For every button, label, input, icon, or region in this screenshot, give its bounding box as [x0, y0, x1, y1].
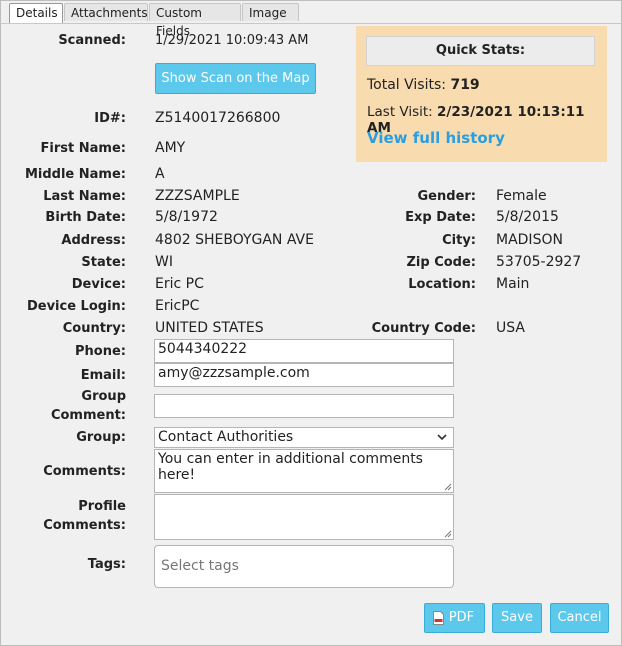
country-label: Country: — [62, 321, 126, 336]
group-comment-input[interactable] — [154, 394, 454, 418]
chevron-down-icon — [437, 434, 447, 441]
country-value: UNITED STATES — [155, 320, 264, 336]
pdf-button[interactable]: PDF — [424, 603, 485, 633]
comments-label: Comments: — [43, 464, 126, 479]
location-label: Location: — [408, 277, 476, 292]
city-label: City: — [442, 233, 476, 248]
location-value: Main — [496, 276, 530, 292]
tab-divider — [0, 23, 622, 24]
address-label: Address: — [61, 233, 126, 248]
country-code-value: USA — [496, 320, 525, 336]
tab-image[interactable]: Image — [242, 3, 299, 21]
pdf-file-icon — [433, 611, 444, 625]
total-visits-label: Total Visits: — [367, 77, 446, 93]
middle-name-value: A — [155, 166, 165, 182]
gender-label: Gender: — [417, 189, 476, 204]
comments-textarea[interactable]: You can enter in additional comments her… — [154, 449, 454, 493]
tab-attachments[interactable]: Attachments — [64, 3, 148, 21]
cancel-button[interactable]: Cancel — [550, 603, 609, 633]
phone-label: Phone: — [75, 344, 126, 359]
quick-stats-box: Quick Stats: Total Visits: 719 Last Visi… — [356, 26, 607, 162]
phone-input[interactable]: 5044340222 — [154, 339, 454, 363]
tags-input[interactable]: Select tags — [154, 545, 454, 588]
show-scan-map-button[interactable]: Show Scan on the Map — [155, 63, 316, 94]
group-comment-label-line1: Group — [81, 389, 126, 404]
device-login-value: EricPC — [155, 298, 200, 314]
id-label: ID#: — [94, 111, 126, 126]
save-button[interactable]: Save — [492, 603, 542, 633]
zip-code-value: 53705-2927 — [496, 254, 582, 270]
last-name-label: Last Name: — [43, 189, 126, 204]
scanned-label: Scanned: — [58, 33, 126, 48]
email-label: Email: — [80, 368, 126, 383]
scanned-value: 1/29/2021 10:09:43 AM — [155, 33, 309, 48]
first-name-value: AMY — [155, 140, 186, 156]
profile-comments-textarea[interactable] — [154, 494, 454, 540]
device-value: Eric PC — [155, 276, 204, 292]
comments-text: You can enter in additional comments her… — [158, 451, 423, 483]
gender-value: Female — [496, 188, 547, 204]
device-label: Device: — [71, 277, 126, 292]
first-name-label: First Name: — [40, 141, 126, 156]
last-visit-label: Last Visit: — [367, 104, 433, 120]
resize-grip-icon[interactable] — [444, 530, 452, 538]
exp-date-label: Exp Date: — [405, 210, 476, 225]
resize-grip-icon[interactable] — [444, 483, 452, 491]
quick-stats-title: Quick Stats: — [366, 36, 595, 66]
zip-code-label: Zip Code: — [406, 255, 476, 270]
exp-date-value: 5/8/2015 — [496, 209, 559, 225]
group-comment-label-line2: Comment: — [50, 408, 126, 423]
middle-name-label: Middle Name: — [24, 167, 126, 182]
birth-date-value: 5/8/1972 — [155, 209, 218, 225]
country-code-label: Country Code: — [371, 321, 476, 336]
address-value: 4802 SHEBOYGAN AVE — [155, 232, 314, 248]
tab-custom-fields[interactable]: Custom Fields — [149, 3, 241, 38]
group-label: Group: — [76, 430, 126, 445]
group-select[interactable]: Contact Authorities — [154, 427, 454, 448]
group-selected-value: Contact Authorities — [158, 429, 294, 445]
total-visits-value: 719 — [450, 77, 480, 93]
tab-details[interactable]: Details — [9, 3, 63, 23]
birth-date-label: Birth Date: — [45, 210, 126, 225]
profile-comments-label-line1: Profile — [78, 499, 126, 514]
view-full-history-link[interactable]: View full history — [367, 129, 505, 147]
profile-comments-label-line2: Comments: — [43, 518, 126, 533]
total-visits: Total Visits: 719 — [367, 77, 480, 93]
city-value: MADISON — [496, 232, 563, 248]
id-value: Z5140017266800 — [155, 110, 281, 126]
state-value: WI — [155, 254, 173, 270]
email-input[interactable]: amy@zzzsample.com — [154, 363, 454, 387]
device-login-label: Device Login: — [26, 299, 126, 314]
tags-label: Tags: — [87, 557, 126, 572]
state-label: State: — [81, 255, 126, 270]
last-name-value: ZZZSAMPLE — [155, 188, 240, 204]
